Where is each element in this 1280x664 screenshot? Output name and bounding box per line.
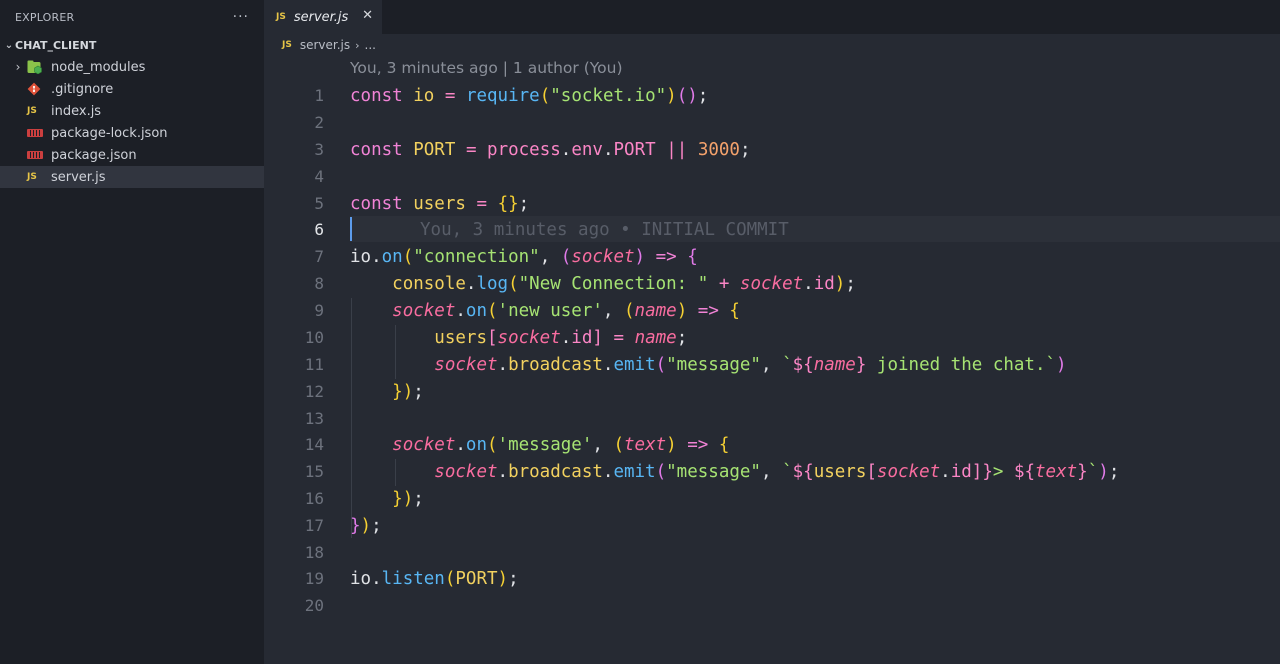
code-line: 8 console.log("New Connection: " + socke…	[314, 273, 856, 294]
json-file-icon	[27, 125, 47, 141]
js-file-icon: JS	[282, 40, 292, 50]
json-file-icon	[27, 147, 47, 163]
js-file-icon: JS	[276, 12, 286, 22]
tree-item-gitignore[interactable]: .gitignore	[0, 78, 264, 100]
code-line: 10 users[socket.id] = name;	[304, 327, 688, 348]
breadcrumb-more[interactable]: ...	[365, 38, 376, 52]
folder-label: CHAT_CLIENT	[15, 38, 97, 52]
tree-item-package-lock-json[interactable]: package-lock.json	[0, 122, 264, 144]
tree-item-label: package.json	[51, 147, 137, 163]
more-actions-icon[interactable]: ···	[233, 9, 249, 25]
explorer-header: EXPLORER ···	[0, 0, 264, 34]
code-line-active: 6 You, 3 minutes ago • INITIAL COMMIT	[314, 219, 789, 240]
code-line: 2	[314, 113, 324, 132]
tree-item-label: index.js	[51, 103, 102, 119]
tab-label: server.js	[293, 9, 349, 25]
code-line: 14 socket.on('message', (text) => {	[304, 434, 730, 455]
js-file-icon: JS	[27, 106, 37, 116]
tree-item-label: server.js	[51, 169, 106, 185]
tree-item-label: node_modules	[51, 59, 146, 75]
text-cursor	[350, 217, 352, 241]
inline-blame[interactable]: You, 3 minutes ago • INITIAL COMMIT	[420, 220, 789, 240]
code-line: 15 socket.broadcast.emit("message", `${u…	[304, 461, 1120, 482]
code-line: 7 io.on("connection", (socket) => {	[314, 246, 698, 267]
node-folder-icon	[27, 59, 47, 75]
explorer-title: EXPLORER	[15, 10, 75, 24]
js-file-icon: JS	[27, 172, 37, 182]
code-line: 9 socket.on('new user', (name) => {	[314, 300, 740, 321]
code-line: 12 });	[304, 381, 424, 402]
git-icon	[27, 81, 47, 97]
tab-server-js[interactable]: JS server.js ✕	[264, 0, 382, 34]
code-editor[interactable]: You, 3 minutes ago | 1 author (You) 1 co…	[264, 56, 1280, 664]
breadcrumb-file[interactable]: server.js	[300, 38, 350, 52]
file-tree: › node_modules .gitignore JS index.js pa…	[0, 56, 264, 188]
code-line: 17 });	[304, 515, 382, 536]
code-line: 13	[304, 409, 324, 428]
close-icon[interactable]: ✕	[362, 8, 373, 23]
code-line: 11 socket.broadcast.emit("message", `${n…	[304, 354, 1067, 375]
code-line: 18	[304, 543, 324, 562]
chevron-down-icon: ⌄	[4, 39, 14, 51]
editor-tab-bar: JS server.js ✕	[264, 0, 1280, 34]
codelens-blame[interactable]: You, 3 minutes ago | 1 author (You)	[350, 59, 623, 77]
code-line: 5 const users = {};	[314, 193, 530, 214]
code-line: 19 io.listen(PORT);	[304, 568, 519, 589]
code-line: 16 });	[304, 488, 424, 509]
code-line: 4	[314, 167, 324, 186]
tree-item-package-json[interactable]: package.json	[0, 144, 264, 166]
explorer-sidebar: EXPLORER ··· ⌄ CHAT_CLIENT › node_module…	[0, 0, 264, 664]
chevron-right-icon: ›	[355, 38, 360, 52]
code-line: 20	[304, 596, 324, 615]
code-line: 1 const io = require("socket.io")();	[314, 85, 709, 106]
breadcrumb: JS server.js › ...	[282, 36, 376, 54]
chevron-right-icon: ›	[15, 60, 21, 74]
tree-item-label: .gitignore	[51, 81, 114, 97]
tree-item-node-modules[interactable]: › node_modules	[0, 56, 264, 78]
code-line: 3 const PORT = process.env.PORT || 3000;	[314, 139, 751, 160]
tree-item-index-js[interactable]: JS index.js	[0, 100, 264, 122]
tree-item-label: package-lock.json	[51, 125, 168, 141]
folder-chat-client[interactable]: ⌄ CHAT_CLIENT	[0, 34, 264, 56]
tree-item-server-js[interactable]: JS server.js	[0, 166, 264, 188]
